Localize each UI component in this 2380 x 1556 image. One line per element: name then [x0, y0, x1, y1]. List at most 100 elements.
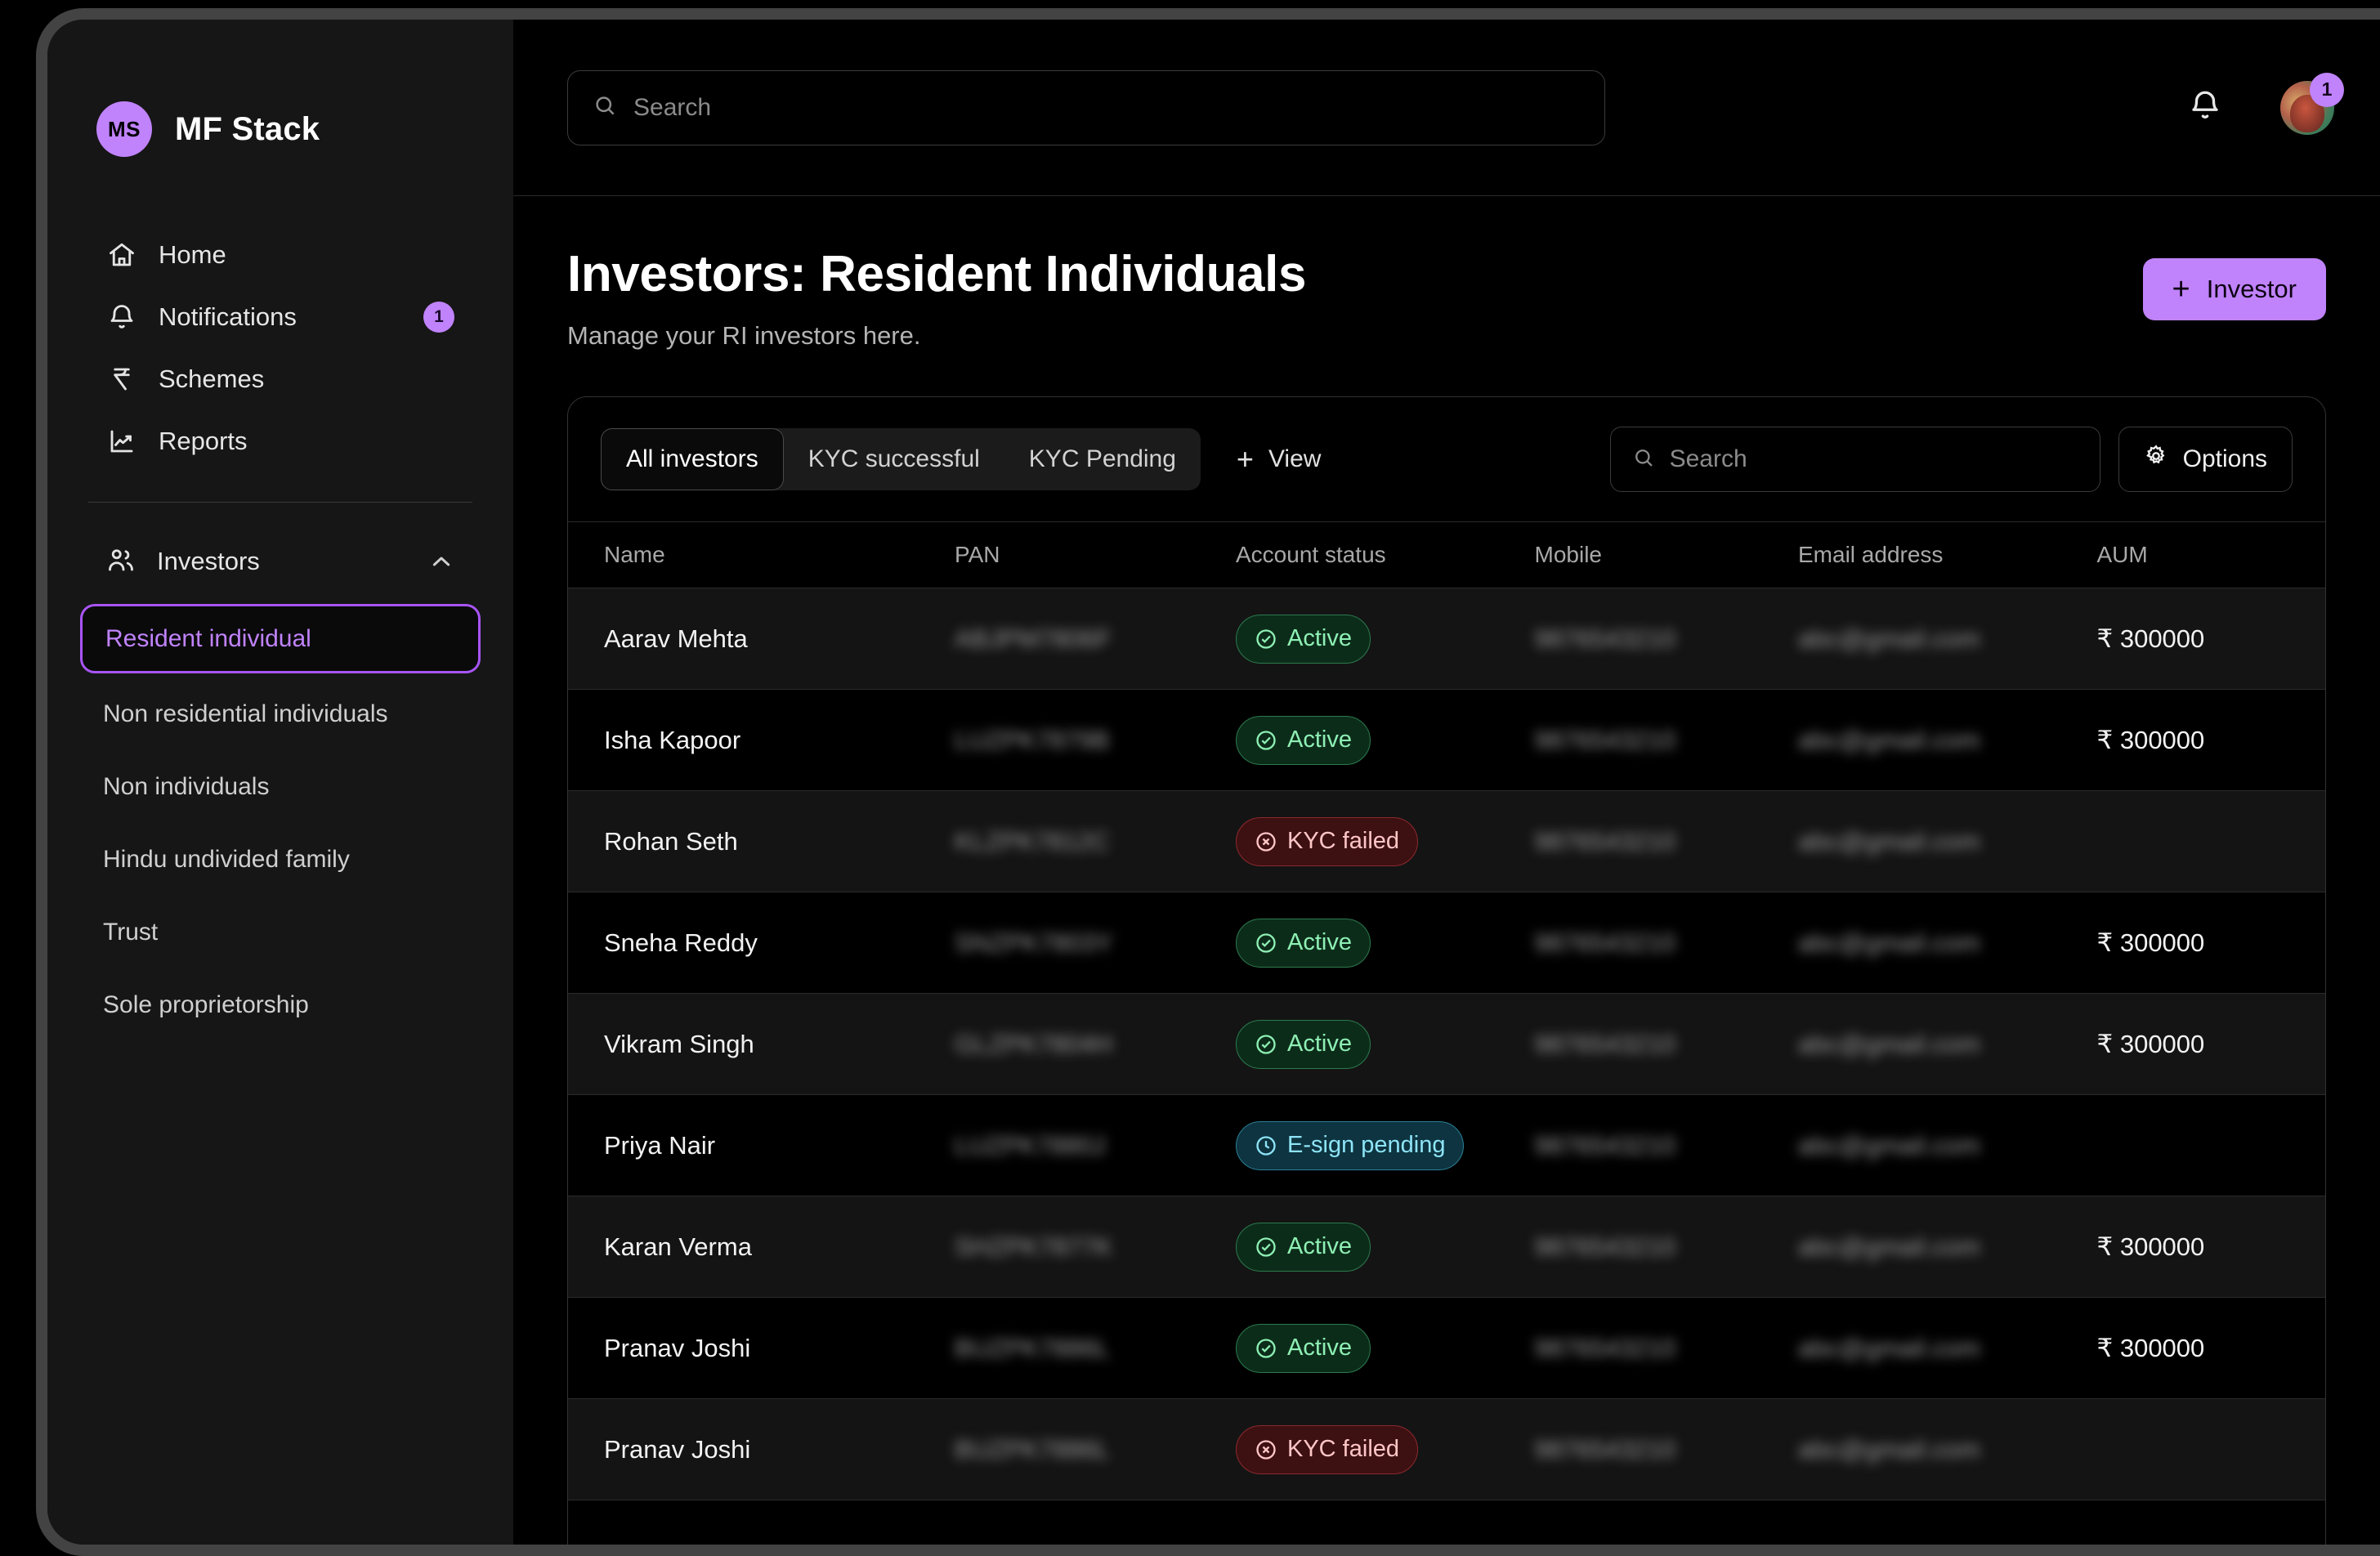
- status-badge: Active: [1236, 1019, 1371, 1069]
- x-circle-icon: [1255, 1438, 1277, 1461]
- notifications-bell-button[interactable]: [2181, 83, 2230, 132]
- app-window: MS MF Stack Home Notifications 1 Schemes…: [36, 8, 2380, 1556]
- cell-mobile: 9876543210: [1534, 1297, 1798, 1400]
- check-circle-icon: [1255, 1033, 1277, 1056]
- x-circle-icon: [1255, 830, 1277, 853]
- page-subtitle: Manage your RI investors here.: [567, 321, 921, 351]
- notifications-count-badge: 1: [423, 302, 454, 333]
- sidebar-item-home[interactable]: Home: [88, 224, 472, 286]
- table-search-placeholder: Search: [1669, 445, 1747, 473]
- table-row[interactable]: Sneha Reddy SNZPK7803Y Active 9876543210 abc…: [568, 892, 2325, 995]
- cell-account-status: Active: [1236, 588, 1535, 691]
- cell-account-status: Active: [1236, 993, 1535, 1096]
- sidebar-item-hindu-undivided-family[interactable]: Hindu undivided family: [80, 827, 481, 892]
- column-header-account-status[interactable]: Account status: [1236, 521, 1535, 589]
- global-search-input[interactable]: Search: [567, 69, 1605, 145]
- chevron-up-icon[interactable]: [428, 548, 454, 575]
- cell-pan: KLZPK7812C: [955, 790, 1236, 893]
- sidebar-item-schemes[interactable]: Schemes: [88, 348, 472, 410]
- column-header-mobile[interactable]: Mobile: [1534, 521, 1798, 589]
- avatar[interactable]: 1: [2280, 72, 2344, 135]
- sidebar-item-trust[interactable]: Trust: [80, 900, 481, 964]
- table-row[interactable]: Rohan Seth KLZPK7812C KYC failed 9876543210…: [568, 790, 2325, 893]
- page-title: Investors: Resident Individuals: [567, 246, 1307, 302]
- cell-aum: ₹ 300000: [2096, 993, 2325, 1096]
- brand-logo[interactable]: MS MF Stack: [47, 20, 513, 157]
- status-badge-label: KYC failed: [1287, 828, 1400, 855]
- users-icon: [106, 545, 136, 579]
- table-row[interactable]: Isha Kapoor LUZPK7879B Active 9876543210 abc…: [568, 689, 2325, 792]
- cell-mobile: 9876543210: [1534, 892, 1798, 995]
- search-icon: [1632, 446, 1655, 473]
- table-row[interactable]: Pranav Joshi BUZPK7886L KYC failed 98765432…: [568, 1398, 2325, 1501]
- sidebar-item-non-residential-individuals[interactable]: Non residential individuals: [80, 682, 481, 746]
- column-header-pan[interactable]: PAN: [955, 521, 1236, 589]
- options-button[interactable]: Options: [2118, 427, 2293, 493]
- table-body: Aarav Mehta ABJPM7806F Active 9876543210 abc…: [568, 588, 2325, 1501]
- cell-email-address: abc@gmail.com: [1798, 1398, 2097, 1501]
- investors-table-card: All investors KYC successful KYC Pending…: [567, 396, 2326, 1545]
- cell-pan: BUZPK7886L: [955, 1297, 1236, 1400]
- cell-name: Priya Nair: [568, 1094, 955, 1197]
- table-search-input[interactable]: Search: [1609, 427, 2100, 493]
- cell-pan: ABJPM7806F: [955, 588, 1236, 691]
- status-badge-label: KYC failed: [1287, 1436, 1400, 1463]
- check-circle-icon: [1255, 932, 1277, 955]
- column-header-aum[interactable]: AUM: [2096, 521, 2325, 589]
- plus-icon: +: [2172, 271, 2190, 306]
- status-badge: Active: [1236, 614, 1371, 664]
- status-badge: Active: [1236, 1323, 1371, 1373]
- investors-table: Name PAN Account status Mobile Email add…: [568, 521, 2325, 1501]
- cell-aum: ₹ 300000: [2096, 1196, 2325, 1299]
- cell-pan: LUZPK7880J: [955, 1094, 1236, 1197]
- sidebar-section-investors[interactable]: Investors: [47, 530, 513, 592]
- sidebar-item-label: Home: [159, 240, 226, 269]
- top-bar: Search 1: [513, 20, 2380, 196]
- tab-kyc-successful[interactable]: KYC successful: [784, 428, 1004, 490]
- cell-mobile: 9876543210: [1534, 689, 1798, 792]
- sidebar-item-non-individuals[interactable]: Non individuals: [80, 754, 481, 819]
- page-header: Investors: Resident Individuals Manage y…: [567, 245, 2326, 351]
- cell-aum: [2096, 1094, 2325, 1197]
- status-badge-label: Active: [1287, 1233, 1352, 1260]
- table-row[interactable]: Pranav Joshi BUZPK7886L Active 9876543210 ab…: [568, 1297, 2325, 1400]
- table-toolbar: All investors KYC successful KYC Pending…: [568, 397, 2325, 521]
- investors-subnav: Resident individual Non residential indi…: [47, 604, 513, 1037]
- cell-mobile: 9876543210: [1534, 1094, 1798, 1197]
- cell-email-address: abc@gmail.com: [1798, 1196, 2097, 1299]
- table-row[interactable]: Aarav Mehta ABJPM7806F Active 9876543210 abc…: [568, 588, 2325, 691]
- gear-icon: [2144, 444, 2168, 475]
- sidebar-item-notifications[interactable]: Notifications 1: [88, 286, 472, 348]
- brand-initials: MS: [96, 101, 152, 157]
- status-badge-label: E-sign pending: [1287, 1132, 1446, 1159]
- plus-icon: +: [1236, 441, 1254, 476]
- cell-pan: GLZPK7804H: [955, 993, 1236, 1096]
- column-header-email-address[interactable]: Email address: [1798, 521, 2097, 589]
- sidebar-item-label: Schemes: [159, 364, 265, 393]
- add-view-button[interactable]: + View: [1219, 428, 1340, 490]
- status-badge-label: Active: [1287, 727, 1352, 753]
- main-area: Search 1 Investors: Resident Individuals…: [513, 20, 2380, 1545]
- table-row[interactable]: Karan Verma SHZPK7877K Active 9876543210 abc…: [568, 1196, 2325, 1299]
- cell-name: Pranav Joshi: [568, 1398, 955, 1501]
- tab-all-investors[interactable]: All investors: [601, 428, 784, 491]
- cell-aum: ₹ 300000: [2096, 892, 2325, 995]
- tab-kyc-pending[interactable]: KYC Pending: [1004, 428, 1201, 490]
- cell-email-address: abc@gmail.com: [1798, 689, 2097, 792]
- column-header-name[interactable]: Name: [568, 521, 955, 589]
- sidebar-item-reports[interactable]: Reports: [88, 410, 472, 472]
- sidebar-item-sole-proprietorship[interactable]: Sole proprietorship: [80, 972, 481, 1037]
- table-head: Name PAN Account status Mobile Email add…: [568, 521, 2325, 589]
- sidebar-item-resident-individual[interactable]: Resident individual: [80, 604, 481, 673]
- cell-account-status: Active: [1236, 892, 1535, 995]
- add-investor-button[interactable]: + Investor: [2142, 258, 2326, 320]
- cell-aum: [2096, 1398, 2325, 1501]
- page-content: Investors: Resident Individuals Manage y…: [513, 196, 2380, 1545]
- status-badge-label: Active: [1287, 1335, 1352, 1362]
- sidebar-item-label: Notifications: [159, 302, 297, 331]
- cell-name: Sneha Reddy: [568, 892, 955, 995]
- table-row[interactable]: Vikram Singh GLZPK7804H Active 9876543210 ab…: [568, 993, 2325, 1096]
- sidebar-section-label: Investors: [157, 547, 260, 575]
- table-row[interactable]: Priya Nair LUZPK7880J E-sign pending 987654…: [568, 1094, 2325, 1197]
- cell-pan: BUZPK7886L: [955, 1398, 1236, 1501]
